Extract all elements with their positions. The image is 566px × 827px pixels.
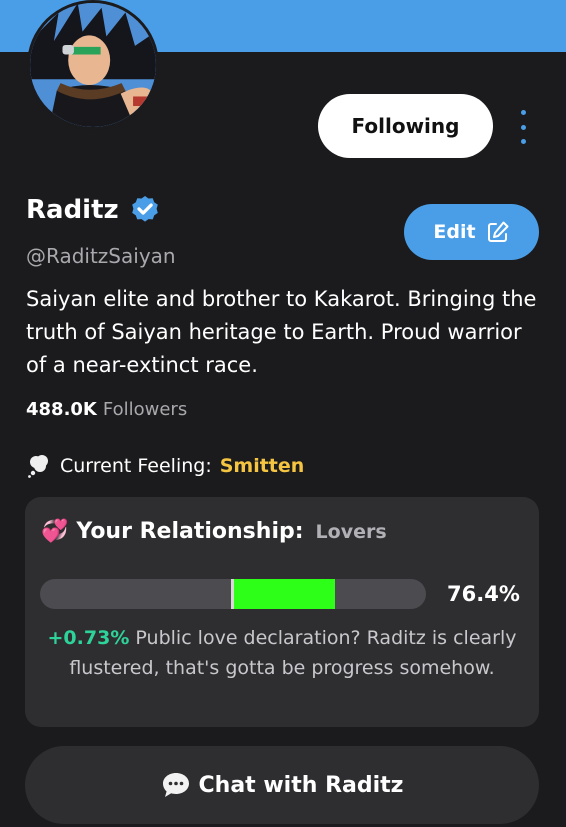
progress-percent: 76.4% — [447, 582, 520, 606]
current-feeling: Current Feeling: Smitten — [26, 453, 304, 479]
edit-label: Edit — [433, 221, 476, 243]
speech-bubble-icon — [162, 773, 189, 797]
profile-bio: Saiyan elite and brother to Kakarot. Bri… — [26, 287, 537, 377]
previous-progress-marker — [231, 579, 234, 609]
relationship-note-text: Public love declaration? Raditz is clear… — [69, 627, 517, 679]
relationship-title: 💞 Your Relationship: Lovers — [41, 519, 387, 544]
profile-handle: @RaditzSaiyan — [26, 244, 176, 268]
edit-button[interactable]: Edit — [404, 204, 539, 260]
followers-number: 488.0K — [26, 399, 97, 420]
feeling-value: Smitten — [219, 455, 305, 477]
feeling-label: Current Feeling: — [60, 455, 212, 477]
relationship-status: Lovers — [315, 520, 387, 543]
more-options-icon[interactable] — [512, 110, 534, 144]
chat-label: Chat with Raditz — [198, 772, 404, 798]
edit-icon — [487, 221, 509, 242]
followers-count[interactable]: 488.0K Followers — [26, 399, 187, 420]
followers-label: Followers — [102, 399, 188, 420]
dot — [520, 139, 526, 144]
profile-name: Raditz — [26, 195, 119, 225]
dot — [520, 110, 526, 115]
relationship-note: +0.73% Public love declaration? Raditz i… — [41, 623, 523, 683]
relationship-progress-bar — [40, 579, 426, 609]
progress-gain-fill — [233, 579, 335, 609]
name-row: Raditz — [26, 194, 161, 226]
two-hearts-icon: 💞 — [41, 519, 69, 544]
verified-badge-icon — [131, 196, 158, 222]
following-button[interactable]: Following — [318, 94, 493, 158]
chat-button[interactable]: Chat with Raditz — [25, 746, 539, 824]
avatar[interactable] — [27, 0, 159, 130]
avatar-image — [30, 3, 156, 127]
dot — [520, 124, 526, 130]
thought-bubble-icon — [28, 455, 48, 478]
relationship-label: Your Relationship: — [76, 519, 304, 544]
progress-delta: +0.73% — [47, 627, 130, 649]
relationship-card: 💞 Your Relationship: Lovers 76.4% +0.73%… — [25, 497, 539, 727]
